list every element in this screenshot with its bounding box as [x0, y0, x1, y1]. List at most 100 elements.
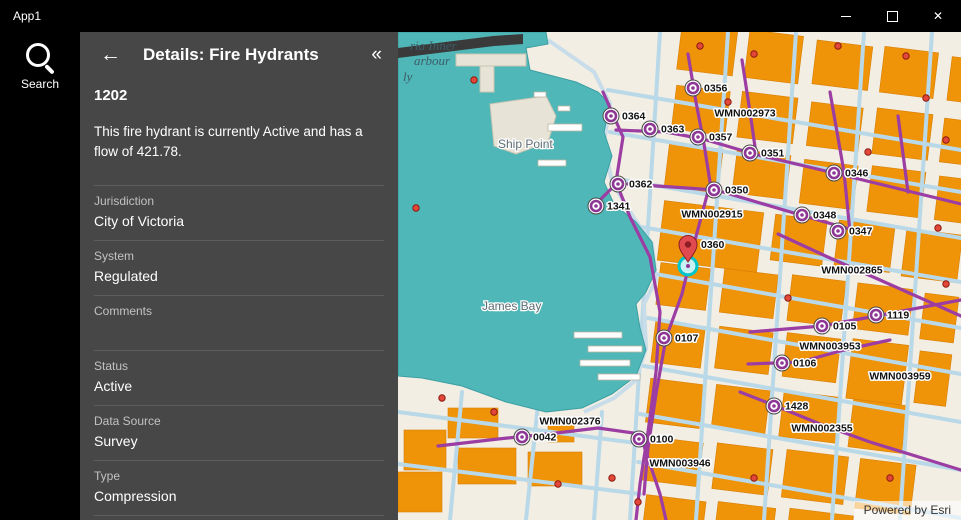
- hydrant-dot[interactable]: [439, 395, 445, 401]
- sidebar-item-search[interactable]: Search: [0, 32, 80, 91]
- map-marker-WMN002376[interactable]: WMN002376: [539, 416, 600, 428]
- map-marker-WMN002355[interactable]: WMN002355: [791, 423, 852, 435]
- sidebar-item-label: Search: [21, 77, 59, 91]
- map-marker-WMN002973[interactable]: WMN002973: [714, 108, 775, 120]
- hydrant-dot[interactable]: [943, 137, 949, 143]
- svg-text:WMN002865: WMN002865: [821, 265, 882, 277]
- field-value: City of Victoria: [94, 213, 384, 230]
- minimize-button[interactable]: [823, 0, 869, 32]
- place-label: James Bay: [482, 299, 541, 313]
- svg-text:0357: 0357: [709, 132, 733, 144]
- field-comments: Comments: [94, 295, 384, 350]
- hydrant-dot[interactable]: [413, 205, 419, 211]
- place-label: ria Inner: [410, 38, 458, 53]
- sidebar: Search: [0, 32, 80, 520]
- field-label: Status: [94, 359, 384, 373]
- window-controls: ✕: [823, 0, 961, 32]
- hydrant-dot[interactable]: [697, 43, 703, 49]
- hydrant-dot[interactable]: [635, 499, 641, 505]
- svg-text:WMN002973: WMN002973: [714, 108, 775, 120]
- map-marker-0351[interactable]: 0351: [742, 145, 785, 161]
- place-label: Ship Point: [498, 137, 553, 151]
- hydrant-dot[interactable]: [943, 281, 949, 287]
- map-marker-0347[interactable]: 0347: [830, 223, 873, 239]
- hydrant-dot[interactable]: [471, 77, 477, 83]
- place-label: arbour: [414, 53, 451, 68]
- close-button[interactable]: ✕: [915, 0, 961, 32]
- map-marker-0363[interactable]: 0363: [642, 121, 685, 137]
- field-value: [94, 323, 384, 340]
- svg-text:0363: 0363: [661, 124, 685, 136]
- svg-text:0364: 0364: [622, 111, 646, 123]
- svg-text:1341: 1341: [607, 201, 631, 213]
- hydrant-dot[interactable]: [835, 43, 841, 49]
- svg-text:0362: 0362: [629, 179, 653, 191]
- hydrant-dot[interactable]: [725, 99, 731, 105]
- svg-text:0347: 0347: [849, 226, 873, 238]
- svg-text:0346: 0346: [845, 168, 869, 180]
- field-system: SystemRegulated: [94, 240, 384, 295]
- map-marker-WMN002915[interactable]: WMN002915: [681, 209, 742, 221]
- details-panel: ← Details: Fire Hydrants « 1202 This fir…: [80, 32, 398, 520]
- map-marker-1341[interactable]: 1341: [588, 198, 631, 214]
- map-marker-0105[interactable]: 0105: [814, 318, 857, 334]
- back-button[interactable]: ←: [100, 44, 121, 65]
- map-marker-WMN003959[interactable]: WMN003959: [869, 371, 930, 383]
- maximize-icon: [887, 11, 898, 22]
- field-list: JurisdictionCity of VictoriaSystemRegula…: [94, 185, 384, 520]
- hydrant-dot[interactable]: [903, 53, 909, 59]
- map-marker-0107[interactable]: 0107: [656, 330, 699, 346]
- search-icon: [23, 40, 57, 74]
- maximize-button[interactable]: [869, 0, 915, 32]
- hydrant-dot[interactable]: [555, 481, 561, 487]
- hydrant-dot[interactable]: [935, 225, 941, 231]
- svg-text:1119: 1119: [887, 310, 909, 322]
- hydrant-dot[interactable]: [609, 475, 615, 481]
- hydrant-dot[interactable]: [491, 409, 497, 415]
- map-attribution[interactable]: Powered by Esri: [854, 501, 961, 520]
- svg-text:WMN002915: WMN002915: [681, 209, 742, 221]
- svg-text:0348: 0348: [813, 210, 837, 222]
- map-marker-WMN003953[interactable]: WMN003953: [799, 341, 860, 353]
- svg-text:0350: 0350: [725, 185, 749, 197]
- map-marker-0346[interactable]: 0346: [826, 165, 869, 181]
- collapse-panel-button[interactable]: «: [371, 45, 382, 64]
- hydrant-dot[interactable]: [785, 295, 791, 301]
- map-marker-WMN003946[interactable]: WMN003946: [649, 458, 710, 470]
- svg-text:WMN003946: WMN003946: [649, 458, 710, 470]
- svg-text:0106: 0106: [793, 358, 817, 370]
- field-value: Compression: [94, 488, 384, 505]
- map-marker-WMN002865[interactable]: WMN002865: [821, 265, 882, 277]
- details-body: 1202 This fire hydrant is currently Acti…: [80, 87, 398, 520]
- map-marker-0356[interactable]: 0356: [685, 80, 728, 96]
- map-marker-0350[interactable]: 0350: [706, 182, 749, 198]
- svg-text:0042: 0042: [533, 432, 557, 444]
- svg-text:0107: 0107: [675, 333, 699, 345]
- map-marker-0348[interactable]: 0348: [794, 207, 837, 223]
- map-marker-0042[interactable]: 0042: [514, 429, 557, 445]
- svg-text:0356: 0356: [704, 83, 728, 95]
- field-label: Type: [94, 469, 384, 483]
- map-view[interactable]: 0356 0364 0363 0357 0351 0346 0362 0350 1341 0348…: [398, 32, 961, 520]
- feature-id-heading: 1202: [94, 87, 384, 104]
- map-marker-1119[interactable]: 1119: [868, 307, 909, 323]
- details-title: Details: Fire Hydrants: [143, 45, 319, 65]
- hydrant-dot[interactable]: [751, 475, 757, 481]
- hydrant-dot[interactable]: [887, 475, 893, 481]
- hydrant-dot[interactable]: [923, 95, 929, 101]
- svg-text:WMN002355: WMN002355: [791, 423, 852, 435]
- map-svg[interactable]: 0356 0364 0363 0357 0351 0346 0362 0350 1341 0348…: [398, 32, 961, 520]
- map-marker-0106[interactable]: 0106: [774, 355, 817, 371]
- hydrant-dot[interactable]: [751, 51, 757, 57]
- map-marker-1428[interactable]: 1428: [766, 398, 809, 414]
- map-marker-0362[interactable]: 0362: [610, 176, 653, 192]
- map-marker-0100[interactable]: 0100: [631, 431, 674, 447]
- field-flow: Flow421.78: [94, 515, 384, 520]
- place-label: ly: [403, 69, 413, 84]
- field-value: Survey: [94, 433, 384, 450]
- map-marker-0364[interactable]: 0364: [603, 108, 646, 124]
- feature-summary: This fire hydrant is currently Active an…: [94, 122, 384, 161]
- map-marker-0357[interactable]: 0357: [690, 129, 733, 145]
- hydrant-dot[interactable]: [865, 149, 871, 155]
- svg-text:0360: 0360: [701, 239, 725, 251]
